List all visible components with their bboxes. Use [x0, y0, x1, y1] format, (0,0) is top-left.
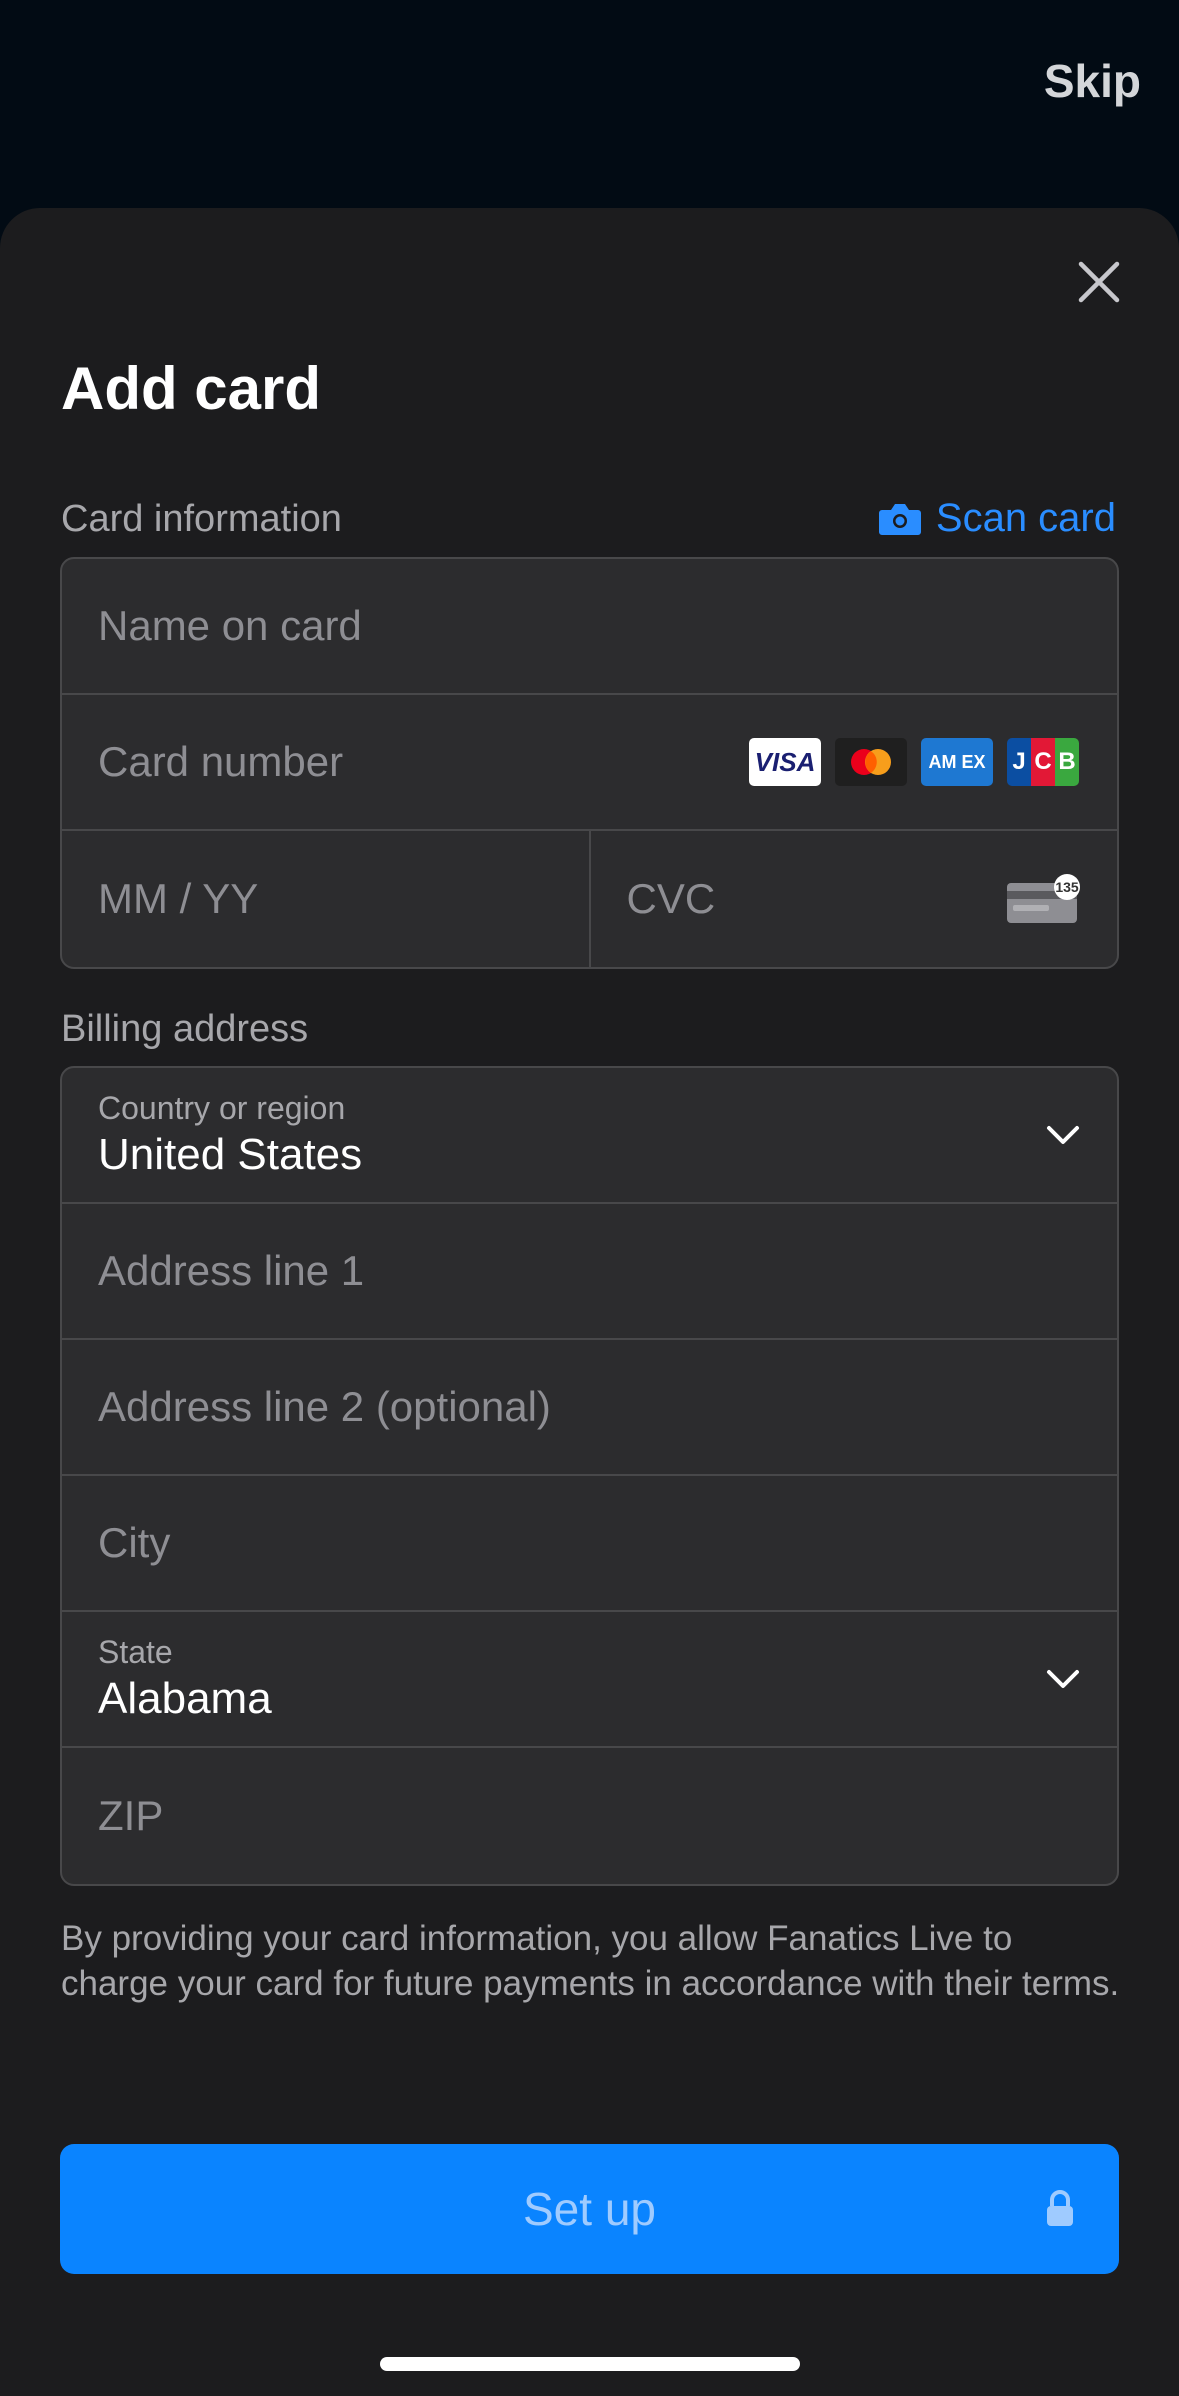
- address-line-1-placeholder: Address line 1: [98, 1247, 365, 1294]
- cvc-example-digits: 135: [1055, 879, 1079, 895]
- name-on-card-placeholder: Name on card: [98, 602, 362, 649]
- address-line-2-placeholder: Address line 2 (optional): [98, 1383, 551, 1430]
- visa-logo-icon: VISA: [749, 738, 821, 786]
- country-value: United States: [98, 1130, 363, 1179]
- chevron-down-icon: [1047, 1670, 1079, 1688]
- name-on-card-field[interactable]: Name on card: [62, 559, 1117, 695]
- home-indicator: [380, 2357, 800, 2371]
- cvc-card-icon: 135: [1007, 874, 1080, 923]
- top-bar: Skip: [0, 0, 1179, 208]
- zip-field[interactable]: ZIP: [62, 1748, 1117, 1884]
- chevron-down-icon: [1047, 1126, 1079, 1144]
- page-title: Add card: [61, 355, 322, 422]
- add-card-sheet: Add card Card information Scan card Name…: [0, 208, 1179, 2396]
- scan-card-label: Scan card: [935, 496, 1116, 540]
- set-up-button[interactable]: Set up: [60, 2144, 1119, 2274]
- country-select[interactable]: Country or region United States: [62, 1068, 1117, 1204]
- city-field[interactable]: City: [62, 1476, 1117, 1612]
- city-placeholder: City: [98, 1519, 171, 1566]
- address-line-2-field[interactable]: Address line 2 (optional): [62, 1340, 1117, 1476]
- card-information-group: Name on card Card number VISA AM EX JCB: [60, 557, 1119, 969]
- skip-button[interactable]: Skip: [1044, 54, 1141, 108]
- jcb-logo-icon: JCB: [1007, 738, 1079, 786]
- state-label: State: [98, 1634, 173, 1670]
- cvc-placeholder: CVC: [626, 875, 716, 922]
- expiry-cvc-row: MM / YY CVC 135: [62, 831, 1117, 967]
- close-icon[interactable]: [1077, 260, 1121, 304]
- expiry-field[interactable]: MM / YY: [62, 831, 589, 967]
- set-up-label: Set up: [523, 2183, 656, 2235]
- scan-card-button[interactable]: Scan card: [878, 496, 1116, 541]
- terms-disclaimer: By providing your card information, you …: [61, 1919, 1120, 2003]
- billing-address-group: Country or region United States Address …: [60, 1066, 1119, 1886]
- lock-icon: [1047, 2190, 1073, 2226]
- camera-icon: [878, 503, 921, 535]
- card-number-placeholder: Card number: [98, 738, 344, 785]
- cvc-field[interactable]: CVC 135: [588, 831, 1118, 967]
- expiry-placeholder: MM / YY: [98, 875, 259, 922]
- mastercard-logo-icon: [835, 738, 907, 786]
- card-number-field[interactable]: Card number VISA AM EX JCB: [62, 695, 1117, 831]
- country-label: Country or region: [98, 1090, 346, 1126]
- zip-placeholder: ZIP: [98, 1792, 164, 1839]
- amex-logo-icon: AM EX: [921, 738, 993, 786]
- address-line-1-field[interactable]: Address line 1: [62, 1204, 1117, 1340]
- billing-address-label: Billing address: [61, 1008, 309, 1050]
- card-information-label: Card information: [61, 498, 342, 540]
- state-value: Alabama: [98, 1674, 272, 1723]
- card-brand-logos: VISA AM EX JCB: [749, 738, 1079, 786]
- state-select[interactable]: State Alabama: [62, 1612, 1117, 1748]
